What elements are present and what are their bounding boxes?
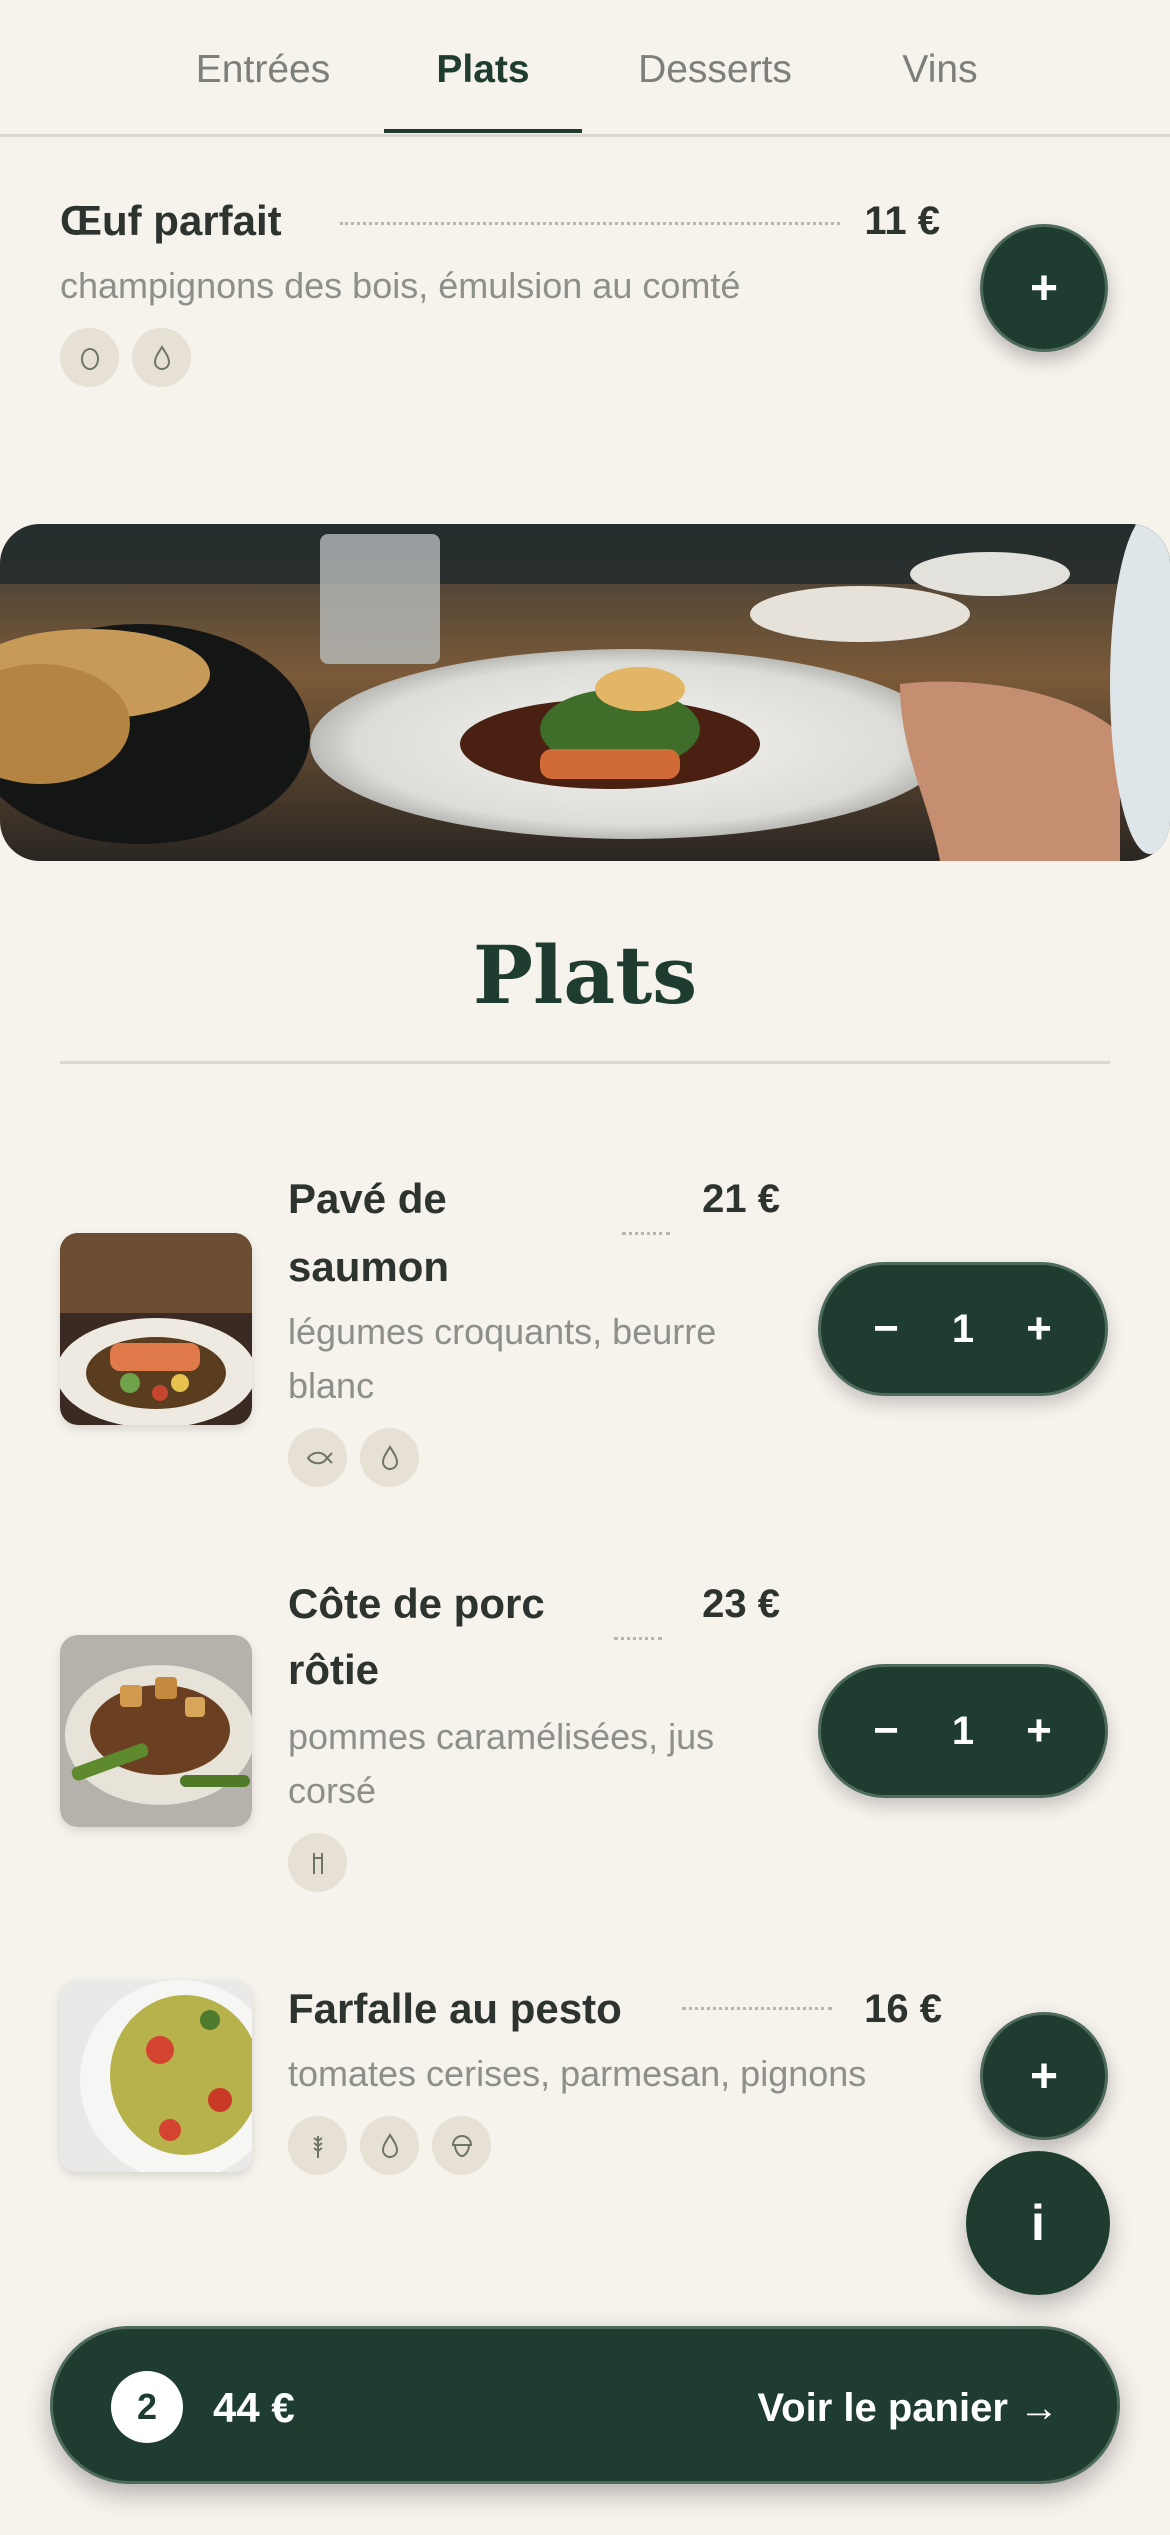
dish-description: tomates cerises, parmesan, pignons <box>288 2053 867 2094</box>
tab-entrees[interactable]: Entrées <box>178 40 348 100</box>
dish-name-line1: Pavé de <box>288 1175 447 1222</box>
fish-icon <box>288 1428 347 1487</box>
price-leader <box>614 1637 662 1640</box>
dish-name-line1: Côte de porc <box>288 1580 545 1627</box>
decrease-quantity-button[interactable]: − <box>861 1265 911 1393</box>
quantity-value: 1 <box>951 1307 975 1351</box>
quantity-stepper: − 1 + <box>818 1664 1108 1798</box>
meat-icon <box>288 1833 347 1892</box>
info-button[interactable]: i <box>966 2151 1110 2295</box>
egg-icon <box>60 328 119 387</box>
restaurant-hero-image <box>0 524 1170 861</box>
increase-quantity-button[interactable]: + <box>1011 1667 1067 1795</box>
add-to-cart-button[interactable]: + <box>980 224 1108 352</box>
dish-price: 21 € <box>702 1177 780 1221</box>
quantity-value: 1 <box>951 1709 975 1753</box>
price-leader <box>622 1232 670 1235</box>
dish-description-line2: blanc <box>288 1365 375 1406</box>
section-title: Plats <box>472 928 698 1022</box>
tab-vins[interactable]: Vins <box>880 40 1000 100</box>
tab-desserts[interactable]: Desserts <box>618 40 812 100</box>
tab-plats[interactable]: Plats <box>392 40 574 100</box>
dish-price: 16 € <box>864 1987 942 2031</box>
dish-thumbnail <box>60 1980 252 2172</box>
cart-total: 44 € <box>213 2384 295 2431</box>
dish-description-line2: corsé <box>288 1770 377 1811</box>
price-leader <box>682 2007 832 2010</box>
view-cart-bar[interactable]: 2 44 € Voir le panier → <box>50 2326 1120 2484</box>
section-divider <box>60 1061 1110 1064</box>
dish-name: Farfalle au pesto <box>288 1985 622 2032</box>
dish-price: 11 € <box>864 199 940 243</box>
add-to-cart-button[interactable]: + <box>980 2012 1108 2140</box>
active-tab-indicator <box>384 129 582 133</box>
dish-thumbnail <box>60 1635 252 1827</box>
cart-count-badge: 2 <box>111 2371 183 2443</box>
dish-description-line1: légumes croquants, beurre <box>288 1311 717 1352</box>
dish-name-line2: rôtie <box>288 1646 380 1693</box>
increase-quantity-button[interactable]: + <box>1011 1265 1067 1393</box>
price-leader <box>340 222 840 225</box>
drop-icon <box>360 1428 419 1487</box>
dish-thumbnail <box>60 1233 252 1425</box>
wheat-icon <box>288 2116 347 2175</box>
drop-icon <box>132 328 191 387</box>
drop-icon <box>360 2116 419 2175</box>
quantity-stepper: − 1 + <box>818 1262 1108 1396</box>
view-cart-button[interactable]: Voir le panier → <box>757 2373 1059 2443</box>
dish-name-line2: saumon <box>288 1243 450 1290</box>
decrease-quantity-button[interactable]: − <box>861 1667 911 1795</box>
nut-icon <box>432 2116 491 2175</box>
dish-description: champignons des bois, émulsion au comté <box>60 265 741 306</box>
dish-name: Œuf parfait <box>60 197 282 244</box>
category-tabs: Entrées Plats Desserts Vins <box>0 0 1170 137</box>
dish-price: 23 € <box>702 1582 780 1626</box>
dish-description-line1: pommes caramélisées, jus <box>288 1716 715 1757</box>
